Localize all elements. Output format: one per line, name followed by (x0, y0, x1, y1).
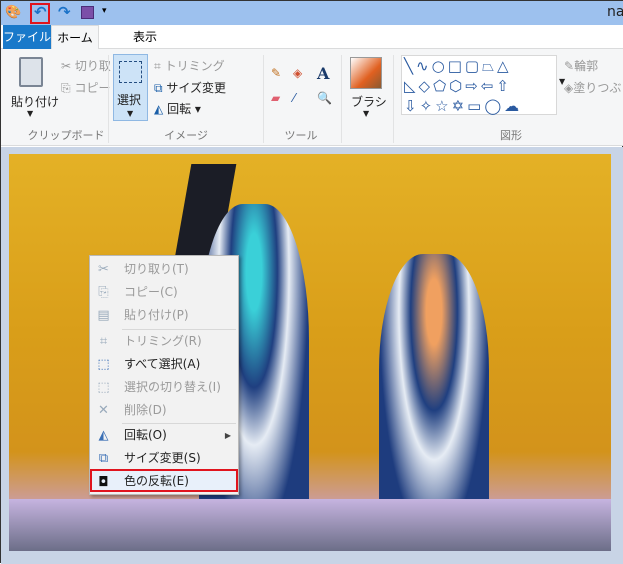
rotate-icon: ◭ (98, 428, 109, 443)
outline-button[interactable]: ✎輪郭 (564, 57, 598, 74)
ribbon-tabs: ファイル ホーム 表示 (1, 25, 623, 50)
scissors-icon: ✂ (98, 262, 109, 277)
crop-label: トリミング (164, 59, 225, 73)
paint-icon[interactable]: 🎨 (5, 5, 21, 20)
tab-file[interactable]: ファイル (3, 25, 51, 49)
title-bar: 🎨 ↶ ↷ ▾ na (1, 1, 623, 25)
select-dropdown-icon: ▼ (127, 109, 134, 118)
outline-label: 輪郭 (574, 59, 599, 73)
tab-home[interactable]: ホーム (51, 25, 99, 50)
image-group-label: イメージ (164, 129, 208, 142)
menu-item-cut[interactable]: ✂ 切り取り(T) (92, 258, 237, 281)
clipboard-group-label: クリップボード (27, 129, 105, 142)
tools-group-label: ツール (284, 129, 318, 142)
tab-view[interactable]: 表示 (121, 25, 169, 49)
rotate-button[interactable]: ◭ 回転 ▾ (154, 100, 201, 117)
crop-icon: ⌗ (154, 59, 161, 73)
copy-label: コピー (74, 81, 111, 95)
crop-button[interactable]: ⌗ トリミング (154, 57, 225, 74)
paste-dropdown-icon[interactable]: ▼ (27, 109, 33, 118)
select-icon (119, 61, 142, 83)
menu-label: サイズ変更(S) (124, 451, 201, 465)
fill-icon: ◈ (564, 81, 574, 95)
paste-button[interactable]: 貼り付け (11, 93, 59, 110)
eraser-icon[interactable]: ▰ (271, 91, 280, 105)
menu-label: 削除(D) (124, 403, 167, 417)
copy-icon: ⎘ (98, 285, 109, 300)
menu-item-invert-selection[interactable]: ⬚ 選択の切り替え(I) (92, 376, 237, 399)
magnifier-icon[interactable]: 🔍 (317, 91, 332, 105)
resize-icon: ⧉ (98, 451, 109, 466)
menu-item-copy[interactable]: ⎘ コピー(C) (92, 281, 237, 304)
shapes-gallery[interactable]: ╲∿○□▢⏢△ ◺◇⬠⬡⇨⇦⇧ ⇩✧☆✡▭◯☁ (401, 55, 557, 115)
menu-label: 切り取り(T) (124, 262, 189, 276)
menu-label: 貼り付け(P) (124, 308, 189, 322)
paste-icon[interactable] (19, 57, 43, 87)
copy-icon: ⎘ (61, 81, 71, 95)
menu-label: 回転(O) (124, 428, 167, 442)
menu-item-paste[interactable]: ▤ 貼り付け(P) (92, 304, 237, 327)
redo-icon[interactable]: ↷ (58, 3, 71, 21)
menu-item-select-all[interactable]: ⬚ すべて選択(A) (92, 353, 237, 376)
color-picker-icon[interactable]: ⁄ (293, 91, 295, 105)
brush-icon[interactable] (350, 57, 382, 89)
customize-dropdown-icon[interactable]: ▾ (102, 6, 107, 16)
select-label: 選択 (117, 93, 142, 107)
brush-dropdown-icon[interactable]: ▼ (363, 109, 369, 118)
select-all-icon: ⬚ (97, 357, 110, 372)
resize-icon: ⧉ (154, 81, 163, 95)
menu-item-rotate[interactable]: ◭ 回転(O) ▶ (92, 424, 237, 447)
submenu-arrow-icon: ▶ (224, 431, 231, 440)
undo-icon[interactable]: ↶ (34, 3, 47, 21)
scissors-icon: ✂ (61, 59, 72, 73)
select-button[interactable]: 選択 ▼ (113, 54, 148, 121)
menu-item-delete[interactable]: ✕ 削除(D) (92, 399, 237, 422)
fill-bucket-icon[interactable]: ◈ (293, 66, 302, 80)
invert-selection-icon: ⬚ (97, 380, 110, 395)
brush-button[interactable]: ブラシ (351, 93, 387, 110)
save-icon[interactable] (81, 6, 94, 19)
menu-label: 色の反転(E) (124, 474, 189, 488)
context-menu: ✂ 切り取り(T) ⎘ コピー(C) ▤ 貼り付け(P) ⌗ トリミング(R) ⬚ すべて… (89, 255, 239, 495)
rotate-label: 回転 (167, 102, 192, 116)
menu-label: すべて選択(A) (124, 357, 201, 371)
copy-button[interactable]: ⎘ コピー (61, 79, 110, 96)
resize-label: サイズ変更 (166, 81, 227, 95)
menu-label: 選択の切り替え(I) (124, 380, 221, 394)
rotate-icon: ◭ (154, 102, 164, 116)
crop-icon: ⌗ (99, 334, 108, 349)
menu-item-resize[interactable]: ⧉ サイズ変更(S) (92, 447, 237, 470)
menu-label: トリミング(R) (124, 334, 202, 348)
paste-icon: ▤ (97, 308, 110, 323)
fill-label: 塗りつぶ (573, 81, 622, 95)
ribbon: 貼り付け ▼ ✂ 切り取り ⎘ コピー クリップボード 選択 ▼ ⌗ トリミング… (1, 49, 623, 146)
resize-button[interactable]: ⧉ サイズ変更 (154, 79, 226, 96)
pencil-icon[interactable]: ✎ (271, 66, 281, 80)
outline-icon: ✎ (564, 59, 575, 73)
menu-item-invert-color[interactable]: ◘ 色の反転(E) (90, 469, 238, 492)
invert-color-icon: ◘ (98, 475, 109, 490)
shapes-group-label: 図形 (500, 129, 522, 142)
text-tool-icon[interactable]: A (317, 64, 329, 83)
delete-icon: ✕ (98, 403, 109, 418)
fill-button[interactable]: ◈塗りつぶ (564, 79, 621, 96)
menu-item-crop[interactable]: ⌗ トリミング(R) (92, 330, 237, 353)
menu-label: コピー(C) (124, 285, 178, 299)
image-ground (9, 499, 611, 551)
window-title: na (607, 4, 623, 20)
